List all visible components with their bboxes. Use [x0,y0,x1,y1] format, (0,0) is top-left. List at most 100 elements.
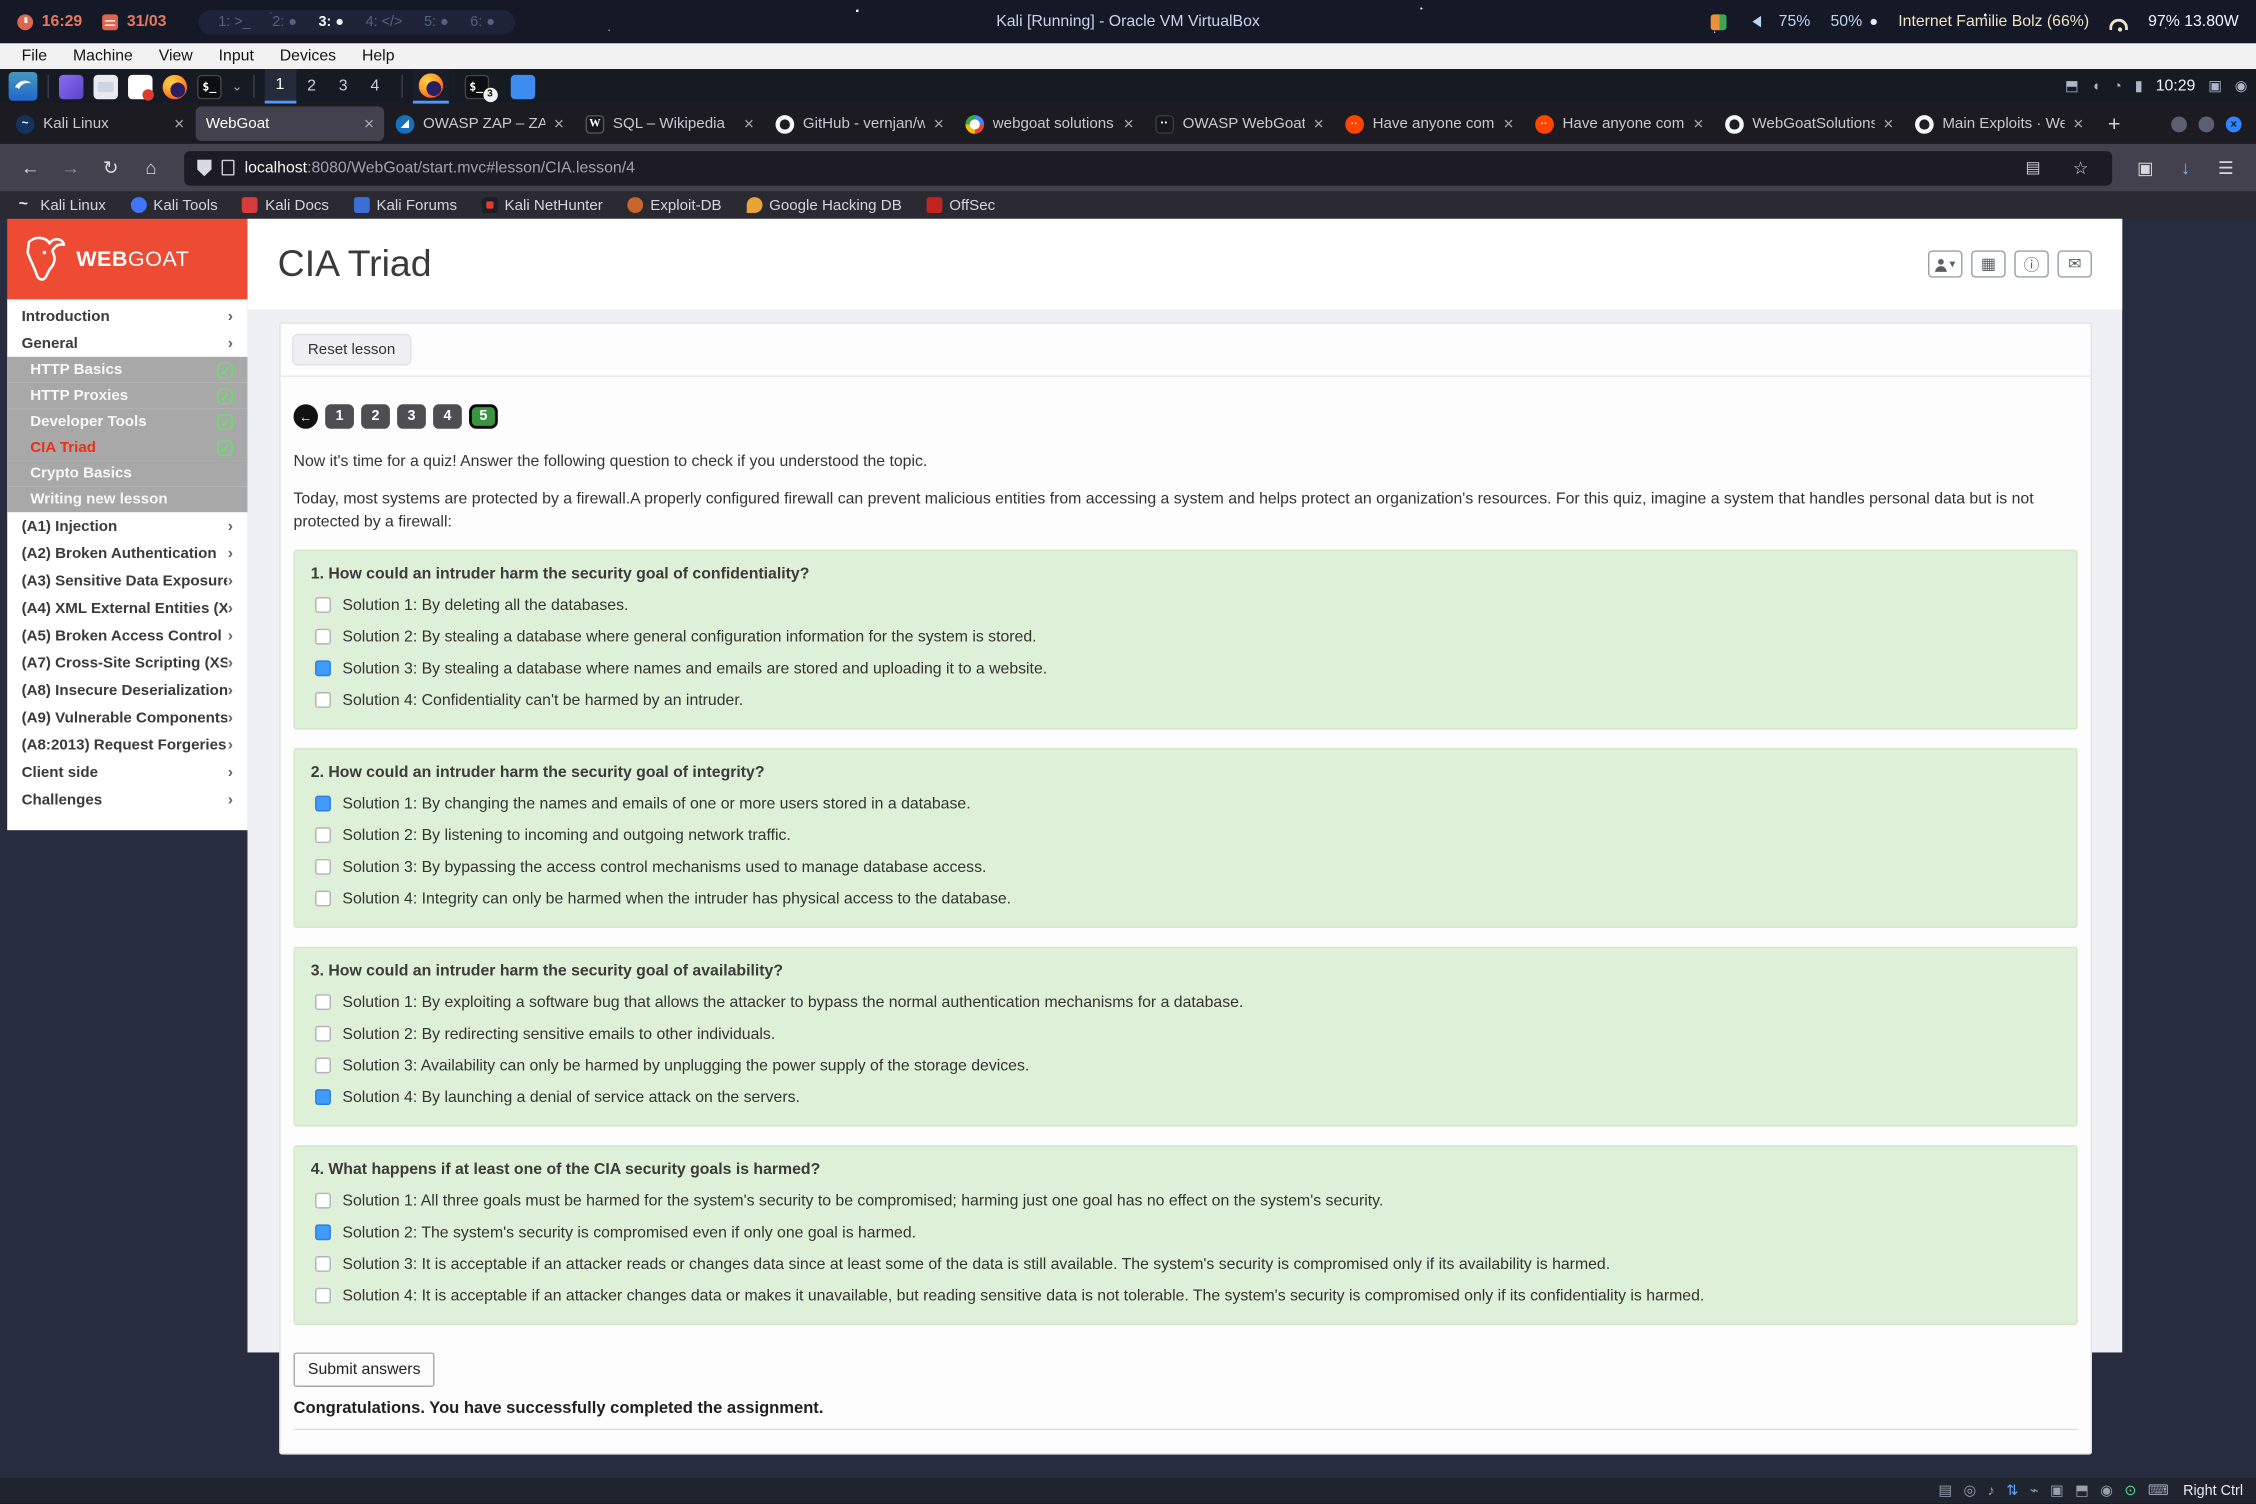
sidebar-item[interactable]: Crypto Basics [7,460,247,486]
vbox-menu-item[interactable]: Input [206,47,267,64]
usb-icon[interactable]: ⌁ [2030,1483,2039,1499]
forward-button[interactable] [52,150,89,185]
sidebar-item[interactable]: Client side [7,758,247,785]
site-info-icon[interactable] [222,160,235,176]
bookmark-item[interactable]: Kali NetHunter [481,196,602,213]
tab-close-icon[interactable] [2073,114,2083,134]
tab-close-icon[interactable] [174,114,184,134]
sidebar-item[interactable]: (A8) Insecure Deserialization [7,676,247,703]
lesson-lesson-overview-button[interactable] [1971,250,2006,277]
tab-close-icon[interactable] [744,114,754,134]
tab-close-icon[interactable] [1883,114,1893,134]
tab-close-icon[interactable] [934,114,944,134]
previous-page-button[interactable] [294,404,318,428]
audio-icon[interactable]: ♪ [1988,1483,1995,1499]
volume-icon[interactable] [1747,16,1761,28]
workspace-indicator[interactable]: 5: ● [424,14,449,30]
firefox-launcher-icon[interactable] [163,74,187,98]
answer-option[interactable]: Solution 4: By launching a denial of ser… [315,1089,2060,1106]
checkbox-unchecked[interactable] [315,1058,331,1074]
bookmark-item[interactable]: Kali Linux [17,196,106,213]
browser-tab[interactable]: SQL – Wikipedia [576,106,764,141]
optical-disk-icon[interactable]: ◎ [1963,1483,1976,1499]
power-icon[interactable]: ◉ [2235,78,2248,94]
bookmark-star-icon[interactable] [2062,150,2099,185]
checkbox-unchecked[interactable] [315,1193,331,1209]
browser-tab[interactable]: WebGoatSolutions/S [1715,106,1903,141]
tab-close-icon[interactable] [1124,114,1134,134]
browser-tab[interactable]: Have anyone comple [1335,106,1523,141]
terminal-dropdown-icon[interactable]: ⌄ [232,78,243,94]
checkbox-checked[interactable] [315,1090,331,1106]
sidebar-item[interactable]: (A8:2013) Request Forgeries [7,731,247,758]
battery-icon[interactable]: ▮ [2135,78,2143,94]
workspace-indicator[interactable]: 1: >_ [218,14,250,30]
browser-tab[interactable]: webgoat solutions - [955,106,1143,141]
display-icon[interactable]: ⬒ [2065,78,2079,94]
vbox-menu-item[interactable]: Machine [60,47,146,64]
taskbar-workspace[interactable]: 1 [264,69,296,104]
notifications-icon[interactable]: ◔ [2113,78,2122,94]
sidebar-item[interactable]: (A4) XML External Entities (XXE) [7,594,247,621]
lesson-user-menu-button[interactable] [1928,250,1963,277]
sidebar-item[interactable]: Writing new lesson [7,486,247,512]
keyboard-icon[interactable]: ⌨ [2148,1483,2169,1499]
display-icon[interactable]: ⬒ [2075,1483,2089,1499]
sidebar-item[interactable]: General [7,329,247,356]
workspace-indicator[interactable]: 3: ● [319,14,344,30]
checkbox-unchecked[interactable] [315,1026,331,1042]
file-manager-icon[interactable] [94,74,118,98]
sidebar-item[interactable]: (A5) Broken Access Control [7,622,247,649]
page-button[interactable]: 4 [433,404,462,428]
network-icon[interactable]: ⇅ [2006,1483,2018,1499]
checkbox-unchecked[interactable] [315,891,331,907]
app-menu-icon[interactable] [59,74,83,98]
checkbox-unchecked[interactable] [315,995,331,1011]
answer-option[interactable]: Solution 3: Availability can only be har… [315,1057,2060,1074]
taskbar-workspace[interactable]: 2 [296,69,328,104]
sidebar-item[interactable]: Challenges [7,786,247,813]
sidebar-item[interactable]: Developer Tools [7,409,247,435]
home-button[interactable] [132,150,169,185]
browser-tab[interactable]: OWASP ZAP – ZAP i [386,106,574,141]
page-button[interactable]: 1 [325,404,354,428]
sidebar-item[interactable]: (A2) Broken Authentication [7,540,247,567]
answer-option[interactable]: Solution 4: Integrity can only be harmed… [315,890,2060,907]
sidebar-item[interactable]: (A7) Cross-Site Scripting (XSS) [7,649,247,676]
answer-option[interactable]: Solution 4: Confidentiality can't be har… [315,692,2060,709]
checkbox-unchecked[interactable] [315,859,331,875]
browser-tab[interactable]: Kali Linux [6,106,194,141]
sidebar-item[interactable]: CIA Triad [7,435,247,461]
shared-folder-icon[interactable]: ▣ [2050,1483,2064,1499]
downloads-icon[interactable] [2167,150,2204,185]
answer-option[interactable]: Solution 3: By bypassing the access cont… [315,859,2060,876]
browser-tab[interactable]: Main Exploits · WebG [1905,106,2093,141]
answer-option[interactable]: Solution 1: By deleting all the database… [315,597,2060,614]
browser-tab[interactable]: WebGoat [196,106,384,141]
restore-button[interactable] [2198,116,2214,132]
sidebar-item[interactable]: (A3) Sensitive Data Exposure [7,567,247,594]
browser-tab[interactable]: OWASP WebGoat: G [1145,106,1333,141]
browser-tab[interactable]: Have anyone comple [1525,106,1713,141]
close-button[interactable] [2226,116,2242,132]
running-firefox[interactable] [412,69,448,104]
taskbar-workspace[interactable]: 3 [327,69,359,104]
tab-close-icon[interactable] [364,114,374,134]
reset-lesson-button[interactable]: Reset lesson [292,334,411,366]
hdd-icon[interactable]: ▤ [1938,1483,1952,1499]
bookmark-item[interactable]: Exploit-DB [627,196,721,213]
lesson-contact-button[interactable] [2057,250,2092,277]
vbox-menu-item[interactable]: Help [349,47,407,64]
browser-tab[interactable]: GitHub - vernjan/we [765,106,953,141]
answer-option[interactable]: Solution 4: It is acceptable if an attac… [315,1287,2060,1304]
vbox-menu-item[interactable]: Devices [267,47,349,64]
answer-option[interactable]: Solution 2: By stealing a database where… [315,628,2060,645]
workspace-indicator[interactable]: 2: ● [272,14,297,30]
tab-close-icon[interactable] [1504,114,1514,134]
bookmark-item[interactable]: OffSec [926,196,995,213]
minimize-button[interactable] [2171,116,2187,132]
answer-option[interactable]: Solution 3: It is acceptable if an attac… [315,1256,2060,1273]
page-button[interactable]: 3 [397,404,426,428]
tab-close-icon[interactable] [1314,114,1324,134]
checkbox-checked[interactable] [315,661,331,677]
